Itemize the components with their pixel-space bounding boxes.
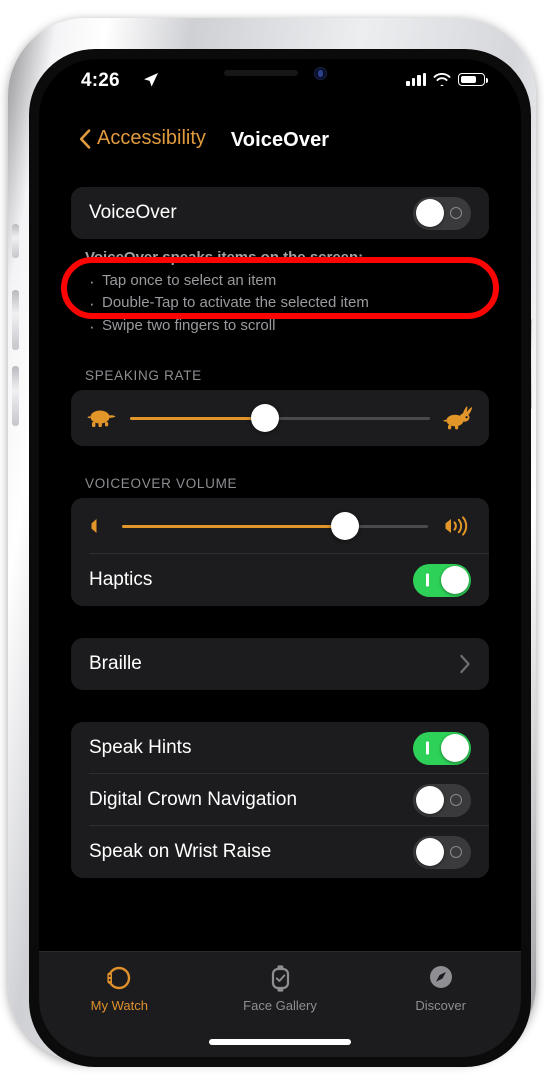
navigation-bar: Accessibility VoiceOver: [39, 119, 521, 167]
braille-label: Braille: [89, 653, 142, 675]
home-indicator[interactable]: [209, 1039, 351, 1045]
toggle-off-mark-icon: [450, 794, 462, 807]
voiceover-volume-track[interactable]: [122, 512, 428, 541]
speak-on-wrist-raise-row[interactable]: Speak on Wrist Raise: [71, 826, 489, 878]
tab-bar: My Watch Face Gallery Discover: [39, 951, 521, 1057]
voiceover-toggle[interactable]: [413, 196, 471, 230]
voiceover-description: VoiceOver speaks items on the screen: Ta…: [85, 248, 489, 340]
speech-settings-card: Speak Hints Digital Crown Navigation Spe…: [71, 722, 489, 879]
speaker-high-icon: [445, 516, 468, 536]
haptics-toggle[interactable]: [413, 563, 471, 597]
speaking-rate-header: SPEAKING RATE: [85, 368, 202, 384]
voiceover-volume-slider-row[interactable]: [71, 498, 489, 555]
turtle-icon: [87, 410, 116, 428]
haptics-label: Haptics: [89, 569, 153, 591]
phone-screen: 4:26 Accessibility VoiceOver VoiceOver V…: [39, 59, 521, 1057]
voiceover-card: VoiceOver: [71, 187, 489, 239]
digital-crown-navigation-row[interactable]: Digital Crown Navigation: [71, 774, 489, 827]
watch-face-icon: [271, 965, 290, 992]
page-title: VoiceOver: [230, 129, 330, 151]
speaking-rate-fill: [130, 416, 265, 420]
toggle-knob: [415, 199, 444, 227]
list-item: Swipe two fingers to scroll: [85, 314, 489, 340]
toggle-on-mark-icon: [426, 573, 429, 587]
voiceover-volume-card: Haptics: [71, 498, 489, 607]
earpiece-speaker-icon: [224, 70, 298, 76]
wifi-icon: [433, 73, 451, 86]
voiceover-volume-fill: [122, 524, 346, 528]
speaking-rate-track[interactable]: [130, 404, 430, 433]
speak-hints-row[interactable]: Speak Hints: [71, 722, 489, 775]
compass-icon: [429, 966, 452, 988]
speaking-rate-card: [71, 390, 489, 447]
volume-down-button[interactable]: [12, 366, 19, 426]
toggle-knob: [440, 566, 469, 595]
phone-frame: 4:26 Accessibility VoiceOver VoiceOver V…: [8, 18, 536, 1067]
voiceover-label: VoiceOver: [89, 202, 177, 223]
location-arrow-icon: [144, 73, 158, 87]
voiceover-row[interactable]: VoiceOver: [71, 187, 489, 239]
voiceover-volume-header: VOICEOVER VOLUME: [85, 476, 238, 492]
voiceover-volume-knob: [331, 512, 360, 541]
notch: [182, 59, 378, 89]
toggle-knob: [415, 838, 444, 867]
list-item: Double-Tap to activate the selected item: [85, 291, 489, 317]
silent-switch[interactable]: [12, 224, 19, 258]
voiceover-description-list: Tap once to select an item Double-Tap to…: [85, 269, 489, 340]
tab-label-face-gallery: Face Gallery: [243, 998, 317, 1013]
digital-crown-navigation-toggle[interactable]: [413, 783, 471, 817]
speaker-low-icon: [91, 519, 97, 534]
speak-on-wrist-raise-toggle[interactable]: [413, 835, 471, 869]
speaking-rate-slider-row[interactable]: [71, 390, 489, 446]
toggle-off-mark-icon: [450, 207, 462, 219]
toggle-on-mark-icon: [426, 741, 429, 755]
speak-hints-label: Speak Hints: [89, 737, 192, 759]
settings-scroll-view[interactable]: VoiceOver VoiceOver speaks items on the …: [39, 167, 521, 951]
volume-up-button[interactable]: [12, 290, 19, 350]
watch-icon: [107, 966, 131, 990]
toggle-knob: [440, 734, 469, 763]
cellular-signal-icon: [406, 73, 426, 86]
haptics-row[interactable]: Haptics: [71, 554, 489, 606]
tab-face-gallery[interactable]: Face Gallery: [200, 961, 361, 1013]
chevron-right-icon: [460, 654, 470, 674]
speaking-rate-knob: [251, 404, 279, 433]
speak-hints-toggle[interactable]: [413, 731, 471, 765]
tab-label-discover: Discover: [415, 998, 466, 1013]
status-indicators: [406, 73, 488, 86]
braille-card: Braille: [71, 638, 489, 691]
toggle-off-mark-icon: [450, 846, 462, 859]
tab-discover[interactable]: Discover: [360, 961, 521, 1013]
speak-on-wrist-raise-label: Speak on Wrist Raise: [89, 841, 272, 863]
digital-crown-navigation-label: Digital Crown Navigation: [89, 789, 298, 811]
list-item: Tap once to select an item: [85, 269, 489, 295]
status-time: 4:26: [81, 70, 120, 91]
battery-icon: [458, 73, 488, 86]
braille-row[interactable]: Braille: [71, 638, 489, 690]
voiceover-description-title: VoiceOver speaks items on the screen:: [85, 249, 364, 266]
tab-label-my-watch: My Watch: [90, 998, 148, 1013]
toggle-knob: [415, 786, 444, 815]
front-camera-icon: [314, 67, 327, 80]
tab-my-watch[interactable]: My Watch: [39, 961, 200, 1013]
rabbit-icon: [443, 406, 473, 430]
